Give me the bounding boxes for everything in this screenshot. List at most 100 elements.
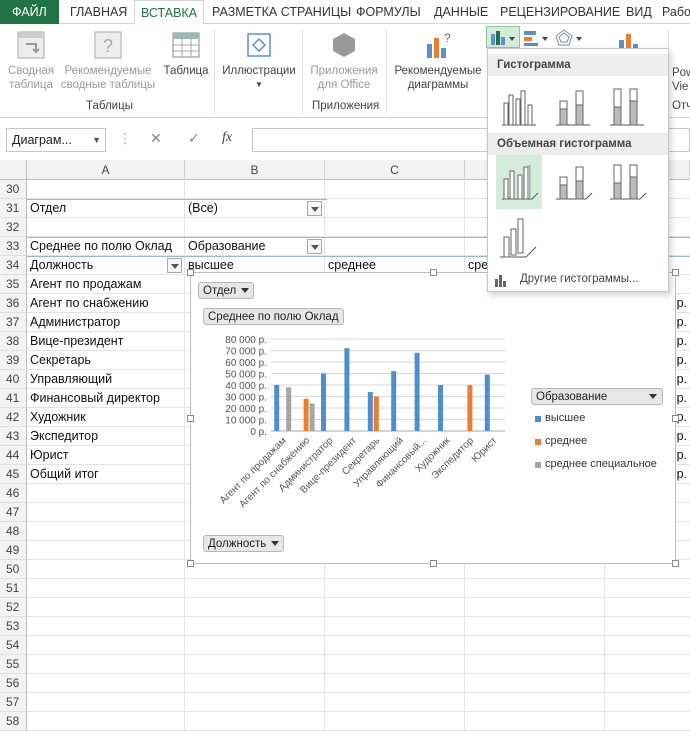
column-header-a[interactable]: A — [27, 160, 185, 180]
3d-stacked-column-option[interactable] — [550, 155, 596, 209]
tab-page-layout[interactable]: РАЗМЕТКА СТРАНИЦЫ — [206, 0, 357, 24]
power-view-button[interactable]: Pow Vie — [672, 66, 690, 94]
group-reports-label: Отч — [672, 100, 690, 112]
row-header[interactable]: 54 — [0, 636, 27, 655]
row-header[interactable]: 35 — [0, 275, 27, 294]
row-header[interactable]: 40 — [0, 370, 27, 389]
cell-a35[interactable]: Агент по продажам — [27, 275, 185, 294]
cell-a33[interactable]: Среднее по полю Оклад — [27, 237, 185, 256]
name-box[interactable]: Диаграм... ▼ — [6, 128, 106, 152]
dept-filter-dropdown[interactable] — [307, 201, 322, 216]
column-header-c[interactable]: C — [325, 160, 465, 180]
row-header[interactable]: 41 — [0, 389, 27, 408]
more-column-charts-label: Другие гистограммы... — [520, 273, 639, 285]
apps-for-office-button[interactable]: Приложения для Office — [306, 30, 382, 92]
row-header[interactable]: 34 — [0, 256, 27, 275]
cell-b31[interactable]: (Все) — [185, 199, 325, 218]
cell-a34[interactable]: Должность — [27, 256, 185, 275]
pivot-table-icon — [17, 31, 45, 59]
row-header[interactable]: 50 — [0, 560, 27, 579]
ribbon-tabs: ФАЙЛ ГЛАВНАЯ ВСТАВКА РАЗМЕТКА СТРАНИЦЫ Ф… — [0, 0, 690, 25]
enter-icon[interactable]: ✓ — [188, 130, 200, 147]
3d-stacked-column-icon — [556, 166, 593, 200]
row-header[interactable]: 46 — [0, 484, 27, 503]
education-filter-dropdown[interactable] — [307, 239, 322, 254]
select-all-corner[interactable] — [0, 160, 27, 180]
cell-a38[interactable]: Вице-президент — [27, 332, 185, 351]
row-header[interactable]: 56 — [0, 674, 27, 693]
row-header[interactable]: 43 — [0, 427, 27, 446]
tab-view[interactable]: ВИД — [620, 0, 658, 24]
cell-a45[interactable]: Общий итог — [27, 465, 185, 484]
row-header[interactable]: 48 — [0, 522, 27, 541]
row-gridline — [27, 578, 690, 579]
cell-a41[interactable]: Финансовый директор — [27, 389, 185, 408]
table-label: Таблица — [163, 65, 209, 77]
row-header[interactable]: 49 — [0, 541, 27, 560]
row-header[interactable]: 42 — [0, 408, 27, 427]
row-header[interactable]: 38 — [0, 332, 27, 351]
column-chart-dropdown: Гистограмма Объемная гистограмма Другие … — [487, 48, 669, 292]
tab-file[interactable]: ФАЙЛ — [0, 0, 59, 24]
row-gridline — [27, 616, 690, 617]
bar-chart-button[interactable] — [522, 28, 552, 48]
tab-data[interactable]: ДАННЫЕ — [428, 0, 494, 24]
pivot-table-button[interactable]: Сводная таблица — [4, 30, 58, 92]
recommended-pivot-button[interactable]: ? Рекомендуемые сводные таблицы — [60, 30, 156, 92]
row-header[interactable]: 39 — [0, 351, 27, 370]
row-gridline — [27, 673, 690, 674]
position-filter-dropdown[interactable] — [167, 258, 182, 273]
row-header[interactable]: 52 — [0, 598, 27, 617]
illustrations-button[interactable]: Иллюстрации ▼ — [218, 30, 300, 92]
cancel-icon[interactable]: ✕ — [150, 130, 162, 147]
row-header[interactable]: 45 — [0, 465, 27, 484]
tab-work[interactable]: Рабо — [656, 0, 690, 24]
row-header[interactable]: 55 — [0, 655, 27, 674]
cell-a31[interactable]: Отдел — [27, 199, 185, 218]
cell-a44[interactable]: Юрист — [27, 446, 185, 465]
cell-a40[interactable]: Управляющий — [27, 370, 185, 389]
row-header[interactable]: 30 — [0, 180, 27, 199]
cell-a43[interactable]: Экспедитор — [27, 427, 185, 446]
clustered-column-option[interactable] — [496, 79, 542, 133]
row-header[interactable]: 44 — [0, 446, 27, 465]
row-header[interactable]: 47 — [0, 503, 27, 522]
stacked-column-option[interactable] — [550, 79, 596, 133]
radar-chart-icon — [555, 29, 582, 46]
chevron-down-icon[interactable]: ▼ — [92, 129, 101, 151]
cell-a42[interactable]: Художник — [27, 408, 185, 427]
pivot-chart[interactable]: Отдел Среднее по полю Оклад Должность Об… — [187, 269, 679, 567]
tab-formulas[interactable]: ФОРМУЛЫ — [350, 0, 427, 24]
tab-review[interactable]: РЕЦЕНЗИРОВАНИЕ — [494, 0, 626, 24]
row-header[interactable]: 31 — [0, 199, 27, 218]
cell-a37[interactable]: Администратор — [27, 313, 185, 332]
row-header[interactable]: 51 — [0, 579, 27, 598]
tab-home[interactable]: ГЛАВНАЯ — [64, 0, 133, 24]
row-header[interactable]: 58 — [0, 712, 27, 731]
recommended-charts-button[interactable]: ? Рекомендуемые диаграммы — [390, 30, 486, 92]
row-header[interactable]: 53 — [0, 617, 27, 636]
stacked-100-column-option[interactable] — [604, 79, 650, 133]
row-header[interactable]: 57 — [0, 693, 27, 712]
3d-column-option[interactable] — [496, 211, 542, 265]
more-column-charts-link[interactable]: Другие гистограммы... — [494, 273, 639, 290]
radar-chart-button[interactable] — [554, 28, 584, 48]
cell-b33[interactable]: Образование — [185, 237, 325, 256]
insert-function-icon[interactable]: fx — [222, 130, 232, 146]
bar-2-2 — [303, 398, 309, 431]
row-header[interactable]: 36 — [0, 294, 27, 313]
table-button[interactable]: Таблица — [160, 30, 212, 78]
chevron-down-icon: ▼ — [255, 80, 263, 89]
column-header-b[interactable]: B — [185, 160, 325, 180]
bar-1-7 — [414, 352, 420, 431]
pivot-table-label: Сводная таблица — [7, 65, 55, 91]
3d-clustered-column-option[interactable] — [496, 155, 542, 209]
row-header[interactable]: 37 — [0, 313, 27, 332]
3d-stacked-100-column-option[interactable] — [604, 155, 650, 209]
cell-a39[interactable]: Секретарь — [27, 351, 185, 370]
row-header[interactable]: 33 — [0, 237, 27, 256]
cell-a36[interactable]: Агент по снабжению — [27, 294, 185, 313]
tab-insert[interactable]: ВСТАВКА — [134, 0, 205, 25]
column-chart-button[interactable] — [486, 26, 520, 48]
row-header[interactable]: 32 — [0, 218, 27, 237]
